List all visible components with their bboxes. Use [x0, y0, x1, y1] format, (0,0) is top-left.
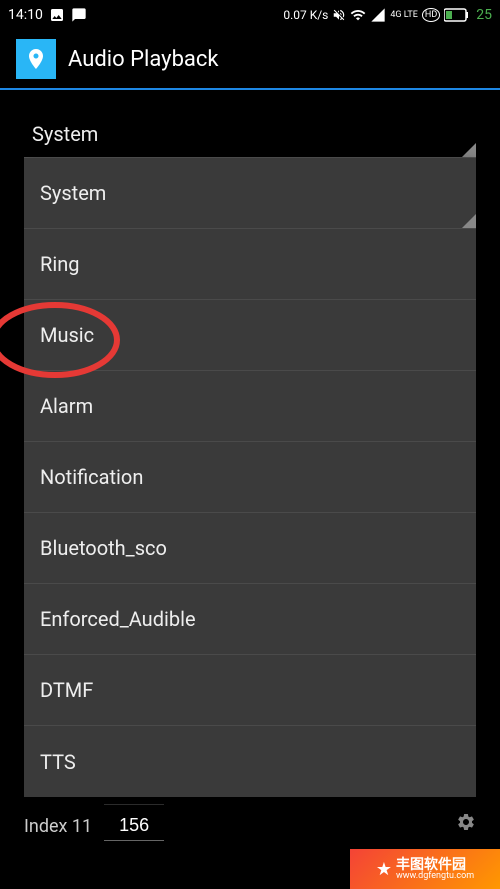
status-left: 14:10 — [8, 7, 87, 23]
wifi-icon — [350, 7, 366, 23]
dropdown-item-system[interactable]: System — [24, 158, 476, 229]
star-icon: ★ — [376, 859, 392, 880]
dropdown-indicator-icon — [462, 143, 476, 157]
dropdown-item-label: Notification — [40, 465, 143, 489]
battery-icon — [444, 8, 470, 22]
settings-icon[interactable] — [456, 812, 476, 837]
stream-type-spinner[interactable]: System — [24, 110, 476, 158]
dropdown-item-label: Ring — [40, 252, 79, 276]
dropdown-item-label: Alarm — [40, 394, 93, 418]
battery-percent: 25 — [476, 7, 492, 23]
dropdown-menu: System Ring Music Alarm Notification Blu… — [24, 158, 476, 797]
status-time: 14:10 — [8, 7, 43, 23]
dropdown-item-label: Enforced_Audible — [40, 607, 196, 631]
index-input[interactable] — [104, 811, 164, 841]
signal-icon — [370, 7, 386, 23]
dropdown-item-label: DTMF — [40, 678, 93, 702]
status-right: 0.07 K/s 4G LTE HD 25 — [283, 7, 492, 23]
app-header: Audio Playback — [0, 30, 500, 90]
watermark-main: 丰图软件园 — [396, 858, 474, 872]
dropdown-item-dtmf[interactable]: DTMF — [24, 655, 476, 726]
page-title: Audio Playback — [68, 47, 219, 72]
watermark-sub: www.dgfengtu.com — [396, 872, 474, 881]
content-area: System System Ring Music Alarm Notificat… — [0, 90, 500, 158]
dropdown-item-tts[interactable]: TTS — [24, 726, 476, 797]
dropdown-item-enforced-audible[interactable]: Enforced_Audible — [24, 584, 476, 655]
dropdown-item-bluetooth-sco[interactable]: Bluetooth_sco — [24, 513, 476, 584]
status-bar: 14:10 0.07 K/s 4G LTE HD 25 — [0, 0, 500, 30]
dropdown-item-ring[interactable]: Ring — [24, 229, 476, 300]
dropdown-item-alarm[interactable]: Alarm — [24, 371, 476, 442]
network-label: 4G LTE — [390, 11, 418, 20]
dropdown-item-label: Bluetooth_sco — [40, 536, 167, 560]
index-row: Index 11 — [24, 811, 164, 841]
app-icon — [16, 39, 56, 79]
dropdown-item-label: System — [40, 181, 106, 205]
dropdown-item-notification[interactable]: Notification — [24, 442, 476, 513]
spinner-value: System — [32, 122, 98, 146]
data-rate: 0.07 K/s — [283, 8, 328, 22]
dropdown-indicator-icon — [462, 214, 476, 228]
hd-label: HD — [422, 8, 440, 22]
dropdown-item-label: TTS — [40, 750, 76, 774]
dropdown-item-label: Music — [40, 323, 94, 347]
mute-icon — [332, 8, 346, 22]
watermark: ★ 丰图软件园 www.dgfengtu.com — [350, 849, 500, 889]
dropdown-item-music[interactable]: Music — [24, 300, 476, 371]
index-label: Index 11 — [24, 816, 92, 837]
message-icon — [71, 7, 87, 23]
image-icon — [49, 7, 65, 23]
